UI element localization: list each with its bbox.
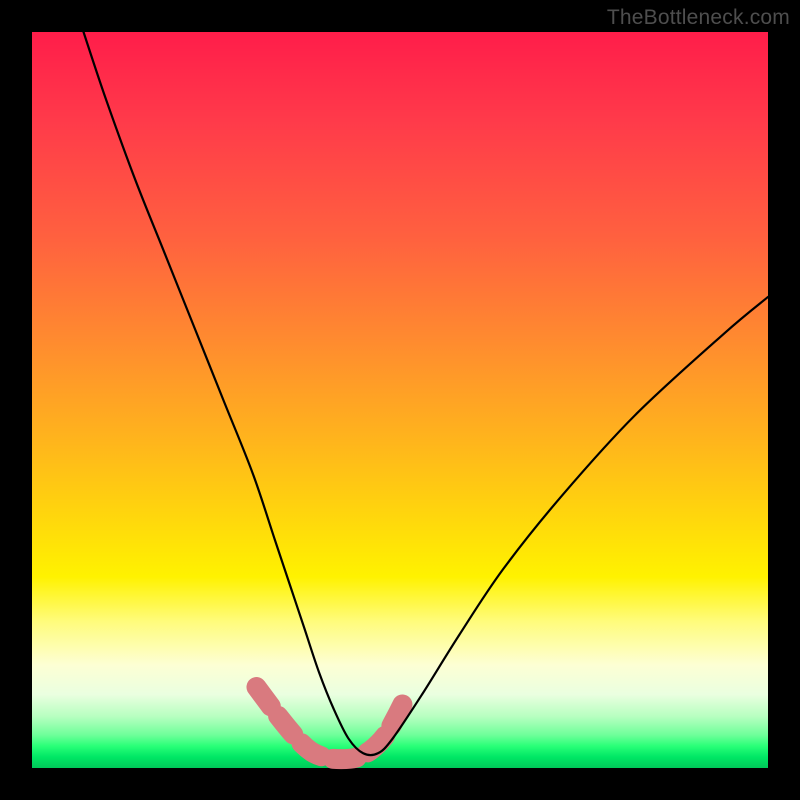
chart-stage: TheBottleneck.com [0,0,800,800]
chart-svg [32,32,768,768]
watermark-text: TheBottleneck.com [607,6,790,30]
bottleneck-curve [84,32,768,755]
plot-area [32,32,768,768]
